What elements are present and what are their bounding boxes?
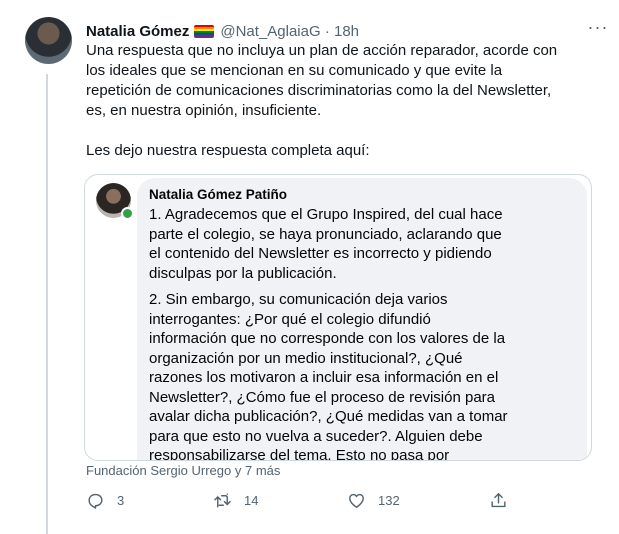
reply-button[interactable]: 3 [86,491,124,510]
quote-paragraph-2: 2. Sin embargo, su comunicación deja var… [149,291,508,461]
author-handle[interactable]: @Nat_AglaiaG [220,23,320,40]
retweet-icon [214,493,231,508]
tweet-time[interactable]: 18h [334,23,359,40]
action-bar: 3 14 132 [86,491,516,513]
comment-bubble: Natalia Gómez Patiño 1. Agradecemos que … [137,178,587,461]
like-count: 132 [378,493,400,508]
rainbow-flag-icon [194,24,215,38]
thread-line [46,74,48,534]
online-status-icon [121,207,134,220]
quoted-image-card[interactable]: Natalia Gómez Patiño 1. Agradecemos que … [84,174,592,461]
more-options-icon[interactable]: ··· [587,18,609,40]
tweet-text: Una respuesta que no incluya un plan de … [86,42,558,159]
avatar[interactable] [25,17,72,64]
share-icon [491,493,506,508]
author-name[interactable]: Natalia Gómez [86,23,189,40]
retweet-count: 14 [244,493,259,508]
like-icon [349,493,364,508]
quote-author-name: Natalia Gómez Patiño [149,187,288,202]
quote-paragraph-1: 1. Agradecemos que el Grupo Inspired, de… [149,206,503,282]
separator-dot: · [320,22,334,40]
reply-count: 3 [117,493,125,508]
share-button[interactable] [489,491,520,510]
tweet-header: Natalia Gómez @Nat_AglaiaG · 18h [86,20,589,42]
image-attribution[interactable]: Fundación Sergio Urrego y 7 más [86,463,280,478]
retweet-button[interactable]: 14 [213,491,258,510]
reply-icon [88,493,103,509]
like-button[interactable]: 132 [347,491,400,510]
